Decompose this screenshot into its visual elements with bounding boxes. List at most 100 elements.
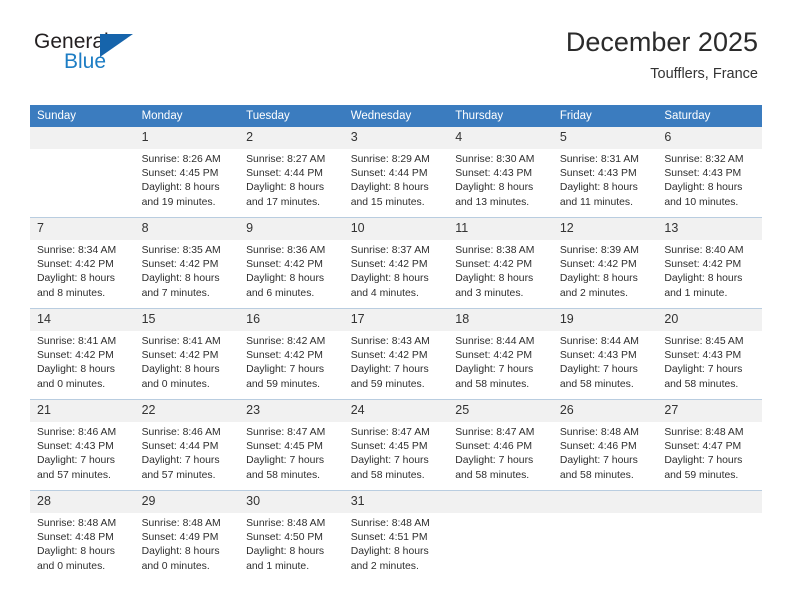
sunset-text: Sunset: 4:42 PM bbox=[246, 350, 323, 362]
sunset-text: Sunset: 4:48 PM bbox=[37, 532, 114, 544]
day-number: 11 bbox=[448, 218, 553, 240]
daylight-text: Daylight: 8 hours and 19 minutes. bbox=[141, 182, 220, 208]
general-blue-logo[interactable]: General Blue bbox=[34, 30, 142, 86]
day-number: 6 bbox=[657, 127, 762, 149]
calendar-day-cell[interactable]: 13 Sunrise: 8:40 AM Sunset: 4:42 PM Dayligh… bbox=[657, 217, 762, 309]
calendar-week-row: 7 Sunrise: 8:34 AM Sunset: 4:42 PM Daylight… bbox=[30, 217, 762, 309]
sunset-text: Sunset: 4:43 PM bbox=[664, 350, 742, 362]
sunset-text: Sunset: 4:45 PM bbox=[350, 441, 428, 453]
day-number: 10 bbox=[343, 218, 449, 240]
sunrise-text: Sunrise: 8:43 AM bbox=[350, 336, 430, 347]
calendar-day-cell[interactable]: 17 Sunrise: 8:43 AM Sunset: 4:42 PM Dayligh… bbox=[343, 308, 449, 400]
sunset-text: Sunset: 4:47 PM bbox=[664, 441, 742, 453]
sunset-text: Sunset: 4:42 PM bbox=[37, 350, 114, 362]
sunset-text: Sunset: 4:42 PM bbox=[37, 259, 114, 271]
logo-text-blue: Blue bbox=[64, 50, 107, 73]
sunset-text: Sunset: 4:42 PM bbox=[455, 350, 533, 362]
day-number bbox=[448, 491, 553, 513]
calendar-day-cell[interactable]: 1 Sunrise: 8:26 AM Sunset: 4:45 PM Daylight… bbox=[134, 127, 240, 218]
calendar-body: 1 Sunrise: 8:26 AM Sunset: 4:45 PM Daylight… bbox=[30, 127, 762, 581]
day-sun-info: Sunrise: 8:34 AM Sunset: 4:42 PM Daylight:… bbox=[30, 240, 135, 301]
daylight-text: Daylight: 8 hours and 4 minutes. bbox=[350, 273, 429, 299]
calendar-day-cell[interactable]: 19 Sunrise: 8:44 AM Sunset: 4:43 PM Dayligh… bbox=[552, 308, 658, 400]
sunrise-text: Sunrise: 8:48 AM bbox=[559, 427, 639, 438]
daylight-text: Daylight: 8 hours and 3 minutes. bbox=[455, 273, 534, 299]
calendar-day-cell[interactable]: 2 Sunrise: 8:27 AM Sunset: 4:44 PM Daylight… bbox=[239, 127, 344, 218]
calendar-day-cell[interactable]: 10 Sunrise: 8:37 AM Sunset: 4:42 PM Dayligh… bbox=[343, 217, 449, 309]
calendar-week-row: 1 Sunrise: 8:26 AM Sunset: 4:45 PM Daylight… bbox=[30, 127, 762, 218]
sunrise-text: Sunrise: 8:42 AM bbox=[246, 336, 326, 347]
sunset-text: Sunset: 4:42 PM bbox=[350, 350, 428, 362]
sunset-text: Sunset: 4:44 PM bbox=[350, 168, 428, 180]
page-subtitle: Toufflers, France bbox=[650, 66, 758, 82]
calendar-day-cell[interactable]: 29 Sunrise: 8:48 AM Sunset: 4:49 PM Dayligh… bbox=[134, 490, 240, 581]
day-number bbox=[657, 491, 762, 513]
day-sun-info: Sunrise: 8:45 AM Sunset: 4:43 PM Daylight:… bbox=[657, 331, 762, 392]
day-sun-info: Sunrise: 8:36 AM Sunset: 4:42 PM Daylight:… bbox=[239, 240, 344, 301]
calendar-day-cell[interactable]: 7 Sunrise: 8:34 AM Sunset: 4:42 PM Daylight… bbox=[30, 217, 135, 309]
day-number: 31 bbox=[343, 491, 449, 513]
calendar-day-cell[interactable]: 21 Sunrise: 8:46 AM Sunset: 4:43 PM Dayligh… bbox=[30, 399, 135, 491]
weekday-headers: Sunday Monday Tuesday Wednesday Thursday Frid… bbox=[30, 105, 762, 127]
calendar-cell-empty bbox=[657, 490, 762, 581]
day-number: 9 bbox=[239, 218, 344, 240]
calendar-day-cell[interactable]: 18 Sunrise: 8:44 AM Sunset: 4:42 PM Dayligh… bbox=[448, 308, 553, 400]
day-sun-info: Sunrise: 8:43 AM Sunset: 4:42 PM Daylight:… bbox=[344, 331, 449, 392]
calendar-day-cell[interactable]: 3 Sunrise: 8:29 AM Sunset: 4:44 PM Daylight… bbox=[343, 127, 449, 218]
day-number: 25 bbox=[448, 400, 553, 422]
calendar-day-cell[interactable]: 22 Sunrise: 8:46 AM Sunset: 4:44 PM Dayligh… bbox=[134, 399, 240, 491]
calendar-day-cell[interactable]: 31 Sunrise: 8:48 AM Sunset: 4:51 PM Dayligh… bbox=[343, 490, 449, 581]
daylight-text: Daylight: 8 hours and 0 minutes. bbox=[141, 546, 220, 572]
daylight-text: Daylight: 8 hours and 2 minutes. bbox=[350, 546, 429, 572]
weekday-header-wednesday: Wednesday bbox=[343, 105, 449, 127]
day-sun-info: Sunrise: 8:35 AM Sunset: 4:42 PM Daylight:… bbox=[135, 240, 240, 301]
sunrise-text: Sunrise: 8:41 AM bbox=[37, 336, 117, 347]
day-sun-info: Sunrise: 8:42 AM Sunset: 4:42 PM Daylight:… bbox=[239, 331, 344, 392]
calendar-day-cell[interactable]: 26 Sunrise: 8:48 AM Sunset: 4:46 PM Dayligh… bbox=[552, 399, 658, 491]
day-number: 24 bbox=[343, 400, 449, 422]
calendar-day-cell[interactable]: 30 Sunrise: 8:48 AM Sunset: 4:50 PM Dayligh… bbox=[239, 490, 344, 581]
sunrise-text: Sunrise: 8:32 AM bbox=[664, 154, 744, 165]
calendar-day-cell[interactable]: 9 Sunrise: 8:36 AM Sunset: 4:42 PM Daylight… bbox=[239, 217, 344, 309]
calendar-day-cell[interactable]: 12 Sunrise: 8:39 AM Sunset: 4:42 PM Dayligh… bbox=[552, 217, 658, 309]
sunrise-text: Sunrise: 8:44 AM bbox=[455, 336, 535, 347]
calendar-day-cell[interactable]: 20 Sunrise: 8:45 AM Sunset: 4:43 PM Dayligh… bbox=[657, 308, 762, 400]
sunset-text: Sunset: 4:42 PM bbox=[664, 259, 742, 271]
day-number: 5 bbox=[552, 127, 658, 149]
day-sun-info: Sunrise: 8:41 AM Sunset: 4:42 PM Daylight:… bbox=[135, 331, 240, 392]
sunset-text: Sunset: 4:42 PM bbox=[350, 259, 428, 271]
calendar-day-cell[interactable]: 25 Sunrise: 8:47 AM Sunset: 4:46 PM Dayligh… bbox=[448, 399, 553, 491]
sunset-text: Sunset: 4:49 PM bbox=[141, 532, 219, 544]
calendar-day-cell[interactable]: 28 Sunrise: 8:48 AM Sunset: 4:48 PM Dayligh… bbox=[30, 490, 135, 581]
calendar-day-cell[interactable]: 11 Sunrise: 8:38 AM Sunset: 4:42 PM Dayligh… bbox=[448, 217, 553, 309]
day-number: 21 bbox=[30, 400, 135, 422]
calendar-day-cell[interactable]: 24 Sunrise: 8:47 AM Sunset: 4:45 PM Dayligh… bbox=[343, 399, 449, 491]
calendar-table: Sunday Monday Tuesday Wednesday Thursday Frid… bbox=[30, 105, 762, 581]
day-number: 1 bbox=[134, 127, 240, 149]
day-sun-info: Sunrise: 8:48 AM Sunset: 4:51 PM Daylight:… bbox=[344, 513, 449, 574]
calendar-day-cell[interactable]: 27 Sunrise: 8:48 AM Sunset: 4:47 PM Dayligh… bbox=[657, 399, 762, 491]
day-number: 28 bbox=[30, 491, 135, 513]
calendar-day-cell[interactable]: 23 Sunrise: 8:47 AM Sunset: 4:45 PM Dayligh… bbox=[239, 399, 344, 491]
calendar-day-cell[interactable]: 4 Sunrise: 8:30 AM Sunset: 4:43 PM Daylight… bbox=[448, 127, 553, 218]
calendar-day-cell[interactable]: 5 Sunrise: 8:31 AM Sunset: 4:43 PM Daylight… bbox=[552, 127, 658, 218]
sunrise-text: Sunrise: 8:40 AM bbox=[664, 245, 744, 256]
daylight-text: Daylight: 7 hours and 58 minutes. bbox=[559, 364, 638, 390]
calendar-day-cell[interactable]: 16 Sunrise: 8:42 AM Sunset: 4:42 PM Dayligh… bbox=[239, 308, 344, 400]
day-sun-info: Sunrise: 8:47 AM Sunset: 4:45 PM Daylight:… bbox=[344, 422, 449, 483]
daylight-text: Daylight: 8 hours and 11 minutes. bbox=[559, 182, 638, 208]
day-number: 8 bbox=[134, 218, 240, 240]
sunrise-text: Sunrise: 8:31 AM bbox=[559, 154, 639, 165]
calendar-day-cell[interactable]: 6 Sunrise: 8:32 AM Sunset: 4:43 PM Daylight… bbox=[657, 127, 762, 218]
sunrise-text: Sunrise: 8:45 AM bbox=[664, 336, 744, 347]
daylight-text: Daylight: 8 hours and 15 minutes. bbox=[350, 182, 429, 208]
calendar-day-cell[interactable]: 15 Sunrise: 8:41 AM Sunset: 4:42 PM Dayligh… bbox=[134, 308, 240, 400]
day-number: 27 bbox=[657, 400, 762, 422]
daylight-text: Daylight: 7 hours and 58 minutes. bbox=[559, 455, 638, 481]
day-sun-info: Sunrise: 8:47 AM Sunset: 4:45 PM Daylight:… bbox=[239, 422, 344, 483]
day-sun-info: Sunrise: 8:41 AM Sunset: 4:42 PM Daylight:… bbox=[30, 331, 135, 392]
calendar-day-cell[interactable]: 14 Sunrise: 8:41 AM Sunset: 4:42 PM Dayligh… bbox=[30, 308, 135, 400]
calendar-day-cell[interactable]: 8 Sunrise: 8:35 AM Sunset: 4:42 PM Daylight… bbox=[134, 217, 240, 309]
sunset-text: Sunset: 4:43 PM bbox=[559, 350, 637, 362]
calendar-cell-empty bbox=[552, 490, 658, 581]
